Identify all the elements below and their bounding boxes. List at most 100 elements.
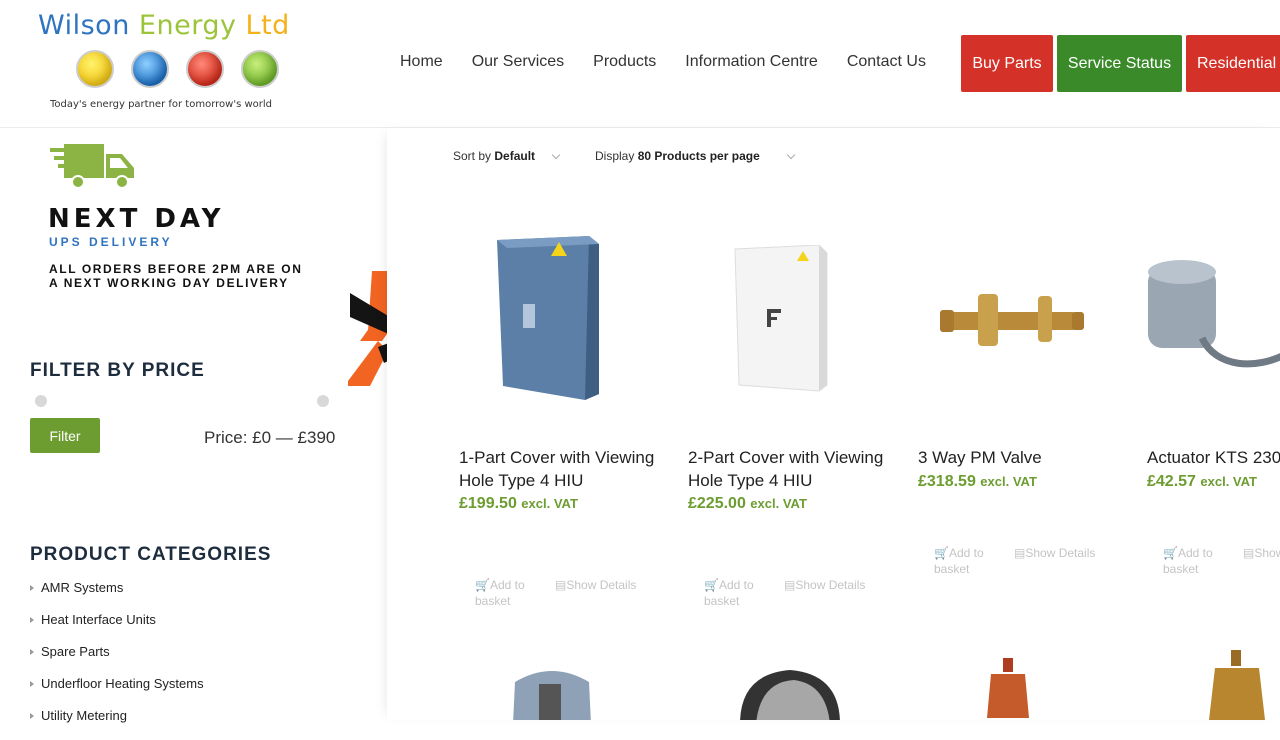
product-image-row2-2[interactable] <box>730 664 860 720</box>
caret-right-icon <box>30 585 34 591</box>
price-value: £42.57 <box>1147 472 1196 490</box>
buy-parts-button[interactable]: Buy Parts <box>961 35 1053 92</box>
category-underfloor-heating[interactable]: Underfloor Heating Systems <box>30 676 204 708</box>
caret-right-icon <box>30 681 34 687</box>
display-prefix: Display <box>595 149 635 163</box>
product-image-2-part-cover[interactable] <box>733 245 833 395</box>
delivery-cutoff-line-2: A NEXT WORKING DAY DELIVERY <box>49 276 289 290</box>
water-drop-icon <box>131 50 169 88</box>
product-image-row2-4[interactable] <box>1197 650 1277 720</box>
product-price: £225.00 excl. VAT <box>688 495 888 513</box>
show-details-button[interactable]: ▤Show Details <box>555 577 636 593</box>
category-heat-interface-units[interactable]: Heat Interface Units <box>30 612 204 644</box>
show-details-label: Show <box>1254 546 1280 560</box>
electricity-pylon-icon <box>186 50 224 88</box>
delivery-truck-icon <box>50 144 134 189</box>
vat-label: excl. VAT <box>750 496 807 511</box>
filter-button[interactable]: Filter <box>30 418 100 453</box>
sidebar: NEXT DAY UPS DELIVERY ALL ORDERS BEFORE … <box>0 128 432 723</box>
document-icon: ▤ <box>555 578 567 592</box>
logo-title: Wilson Energy Ltd <box>38 10 290 41</box>
site-header: Wilson Energy Ltd Today's energy partner… <box>0 0 1280 128</box>
category-utility-metering[interactable]: Utility Metering <box>30 708 204 740</box>
cart-icon: 🛒 <box>934 546 949 560</box>
vat-label: excl. VAT <box>980 473 1037 489</box>
price-value: £199.50 <box>459 495 517 512</box>
product-grid-area: Sort by Default Display 80 Products per … <box>387 128 1280 720</box>
product-card: Actuator KTS 230 £42.57 excl. VAT <box>1147 447 1280 491</box>
gas-icon <box>76 50 114 88</box>
price-range-label: Price: £0 — £390 <box>204 428 336 447</box>
logo-tagline: Today's energy partner for tomorrow's wo… <box>50 99 272 110</box>
product-card: 1-Part Cover with Viewing Hole Type 4 HI… <box>459 447 659 513</box>
product-image-actuator[interactable] <box>1146 258 1280 378</box>
show-details-label: Show Details <box>795 578 866 592</box>
product-image-1-part-cover[interactable] <box>493 234 613 404</box>
next-day-headline: NEXT DAY <box>48 204 225 234</box>
chevron-down-icon <box>551 150 561 159</box>
category-label: Heat Interface Units <box>41 612 156 627</box>
price-slider-max-handle[interactable] <box>317 395 329 407</box>
show-details-button[interactable]: ▤Show <box>1243 545 1280 561</box>
nav-contact-us[interactable]: Contact Us <box>847 53 926 71</box>
nav-information-centre[interactable]: Information Centre <box>685 53 818 71</box>
category-spare-parts[interactable]: Spare Parts <box>30 644 204 676</box>
residential-button[interactable]: Residential <box>1186 35 1280 92</box>
product-name[interactable]: 2-Part Cover with Viewing Hole Type 4 HI… <box>688 447 888 492</box>
delivery-cutoff-line-1: ALL ORDERS BEFORE 2PM ARE ON <box>49 262 303 276</box>
show-details-label: Show Details <box>566 578 637 592</box>
delivery-cutoff-text: ALL ORDERS BEFORE 2PM ARE ON A NEXT WORK… <box>49 262 303 290</box>
logo-word-wilson: Wilson <box>38 10 130 41</box>
document-icon: ▤ <box>1243 546 1255 560</box>
category-label: AMR Systems <box>41 580 124 595</box>
show-details-button[interactable]: ▤Show Details <box>784 577 865 593</box>
price-value: £318.59 <box>918 472 976 490</box>
category-list: AMR Systems Heat Interface Units Spare P… <box>30 580 204 740</box>
price-slider-min-handle[interactable] <box>35 395 47 407</box>
vat-label: excl. VAT <box>1200 473 1257 489</box>
product-name[interactable]: 1-Part Cover with Viewing Hole Type 4 HI… <box>459 447 659 492</box>
caret-right-icon <box>30 617 34 623</box>
cart-icon: 🛒 <box>475 578 490 592</box>
product-price: £318.59 excl. VAT <box>918 473 1118 491</box>
ups-delivery-label: UPS DELIVERY <box>49 235 173 249</box>
add-to-basket-button[interactable]: 🛒Add to basket <box>475 577 535 609</box>
add-to-basket-button[interactable]: 🛒Add to basket <box>704 577 764 609</box>
nav-products[interactable]: Products <box>593 53 656 71</box>
cart-icon: 🛒 <box>704 578 719 592</box>
logo[interactable]: Wilson Energy Ltd Today's energy partner… <box>36 10 326 120</box>
add-to-basket-button[interactable]: 🛒Add to basket <box>1163 545 1223 577</box>
product-categories-heading: PRODUCT CATEGORIES <box>30 544 272 565</box>
logo-word-ltd: Ltd <box>245 10 290 41</box>
nav-our-services[interactable]: Our Services <box>472 53 564 71</box>
product-price: £199.50 excl. VAT <box>459 495 659 513</box>
category-amr-systems[interactable]: AMR Systems <box>30 580 204 612</box>
category-label: Underfloor Heating Systems <box>41 676 204 691</box>
cart-icon: 🛒 <box>1163 546 1178 560</box>
caret-right-icon <box>30 713 34 719</box>
product-image-3-way-valve[interactable] <box>938 288 1088 358</box>
chevron-down-icon <box>786 150 795 159</box>
sort-value: Default <box>494 149 536 163</box>
product-card: 2-Part Cover with Viewing Hole Type 4 HI… <box>688 447 888 513</box>
main-nav: Home Our Services Products Information C… <box>400 53 955 71</box>
show-details-label: Show Details <box>1025 546 1096 560</box>
price-value: £225.00 <box>688 495 746 512</box>
product-name[interactable]: 3 Way PM Valve <box>918 447 1118 470</box>
product-image-row2-3[interactable] <box>973 658 1043 718</box>
product-image-row2-1[interactable] <box>507 664 597 720</box>
show-details-button[interactable]: ▤Show Details <box>1014 545 1095 561</box>
category-label: Spare Parts <box>41 644 110 659</box>
display-per-page-dropdown[interactable]: Display 80 Products per page <box>595 149 795 163</box>
service-status-button[interactable]: Service Status <box>1057 35 1182 92</box>
product-card: 3 Way PM Valve £318.59 excl. VAT <box>918 447 1118 491</box>
filter-by-price-heading: FILTER BY PRICE <box>30 360 205 381</box>
category-label: Utility Metering <box>41 708 127 723</box>
nav-home[interactable]: Home <box>400 53 443 71</box>
add-to-basket-button[interactable]: 🛒Add to basket <box>934 545 994 577</box>
product-name[interactable]: Actuator KTS 230 <box>1147 447 1280 470</box>
display-value: 80 Products per page <box>637 149 760 163</box>
sort-dropdown[interactable]: Sort by Default <box>453 149 561 163</box>
document-icon: ▤ <box>784 578 796 592</box>
next-day-delivery-banner: NEXT DAY UPS DELIVERY ALL ORDERS BEFORE … <box>48 142 308 290</box>
